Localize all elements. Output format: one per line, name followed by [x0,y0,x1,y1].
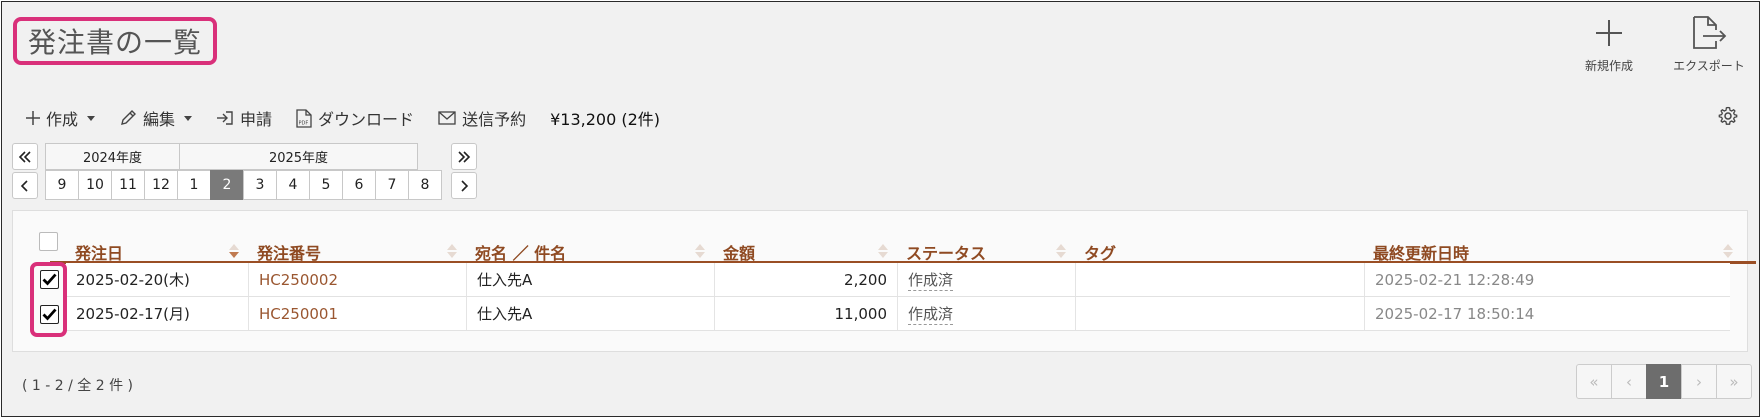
chevron-down-icon [87,115,96,121]
apply-label: 申請 [240,110,273,129]
cell-date: 2025-02-20(木) [66,263,249,296]
sort-icon [447,244,457,258]
cell-tag [1076,297,1365,330]
month-2[interactable]: 2 [210,170,244,200]
gear-icon [1718,106,1738,125]
download-label: ダウンロード [318,110,415,129]
table-row[interactable]: 2025-02-20(木) HC250002 仕入先A 2,200 作成済 20… [66,263,1730,297]
pencil-icon [121,110,137,125]
export-icon [1693,16,1727,49]
table-row[interactable]: 2025-02-17(月) HC250001 仕入先A 11,000 作成済 2… [66,297,1730,331]
status-badge: 作成済 [908,304,954,325]
svg-text:PDF: PDF [299,120,309,126]
envelope-icon [438,111,456,125]
prev-page-button[interactable]: ‹ [1611,364,1647,399]
cell-order-number[interactable]: HC250001 [249,297,467,330]
export-button[interactable]: エクスポート [1670,14,1748,74]
sort-icon [695,244,705,258]
row-checkbox[interactable] [40,270,59,289]
sort-icon [229,244,239,258]
month-9[interactable]: 9 [45,170,79,200]
page-title-highlight: 発注書の一覧 [13,17,218,65]
plus-icon [26,111,40,125]
schedule-send-label: 送信予約 [462,110,527,129]
first-page-button[interactable]: « [1576,364,1612,399]
new-create-button[interactable]: 新規作成 [1570,14,1648,74]
apply-button[interactable]: 申請 [216,106,272,130]
top-actions: 新規作成 エクスポート [1570,14,1748,74]
row-checkbox[interactable] [40,305,59,324]
cell-recipient: 仕入先A [467,263,715,296]
chevron-right-icon [461,179,469,192]
prev-year-button[interactable] [12,143,38,170]
double-chevron-left-icon [18,150,31,163]
pagination: « ‹ 1 › » [1576,364,1752,399]
create-menu-button[interactable]: 作成 [26,106,96,130]
edit-menu-button[interactable]: 編集 [119,106,193,130]
toolbar: 作成 編集 申請 PDF ダウンロード 送信予約 ¥13,200 (2件) [26,106,660,130]
sort-icon [1056,244,1066,258]
month-7[interactable]: 7 [375,170,409,200]
next-page-button[interactable]: › [1681,364,1717,399]
month-row: 9 10 11 12 1 2 3 4 5 6 7 8 [45,170,442,200]
page-title: 発注書の一覧 [28,26,203,59]
year-2024: 2024年度 [45,143,180,170]
cell-status: 作成済 [898,297,1076,330]
month-12[interactable]: 12 [144,170,178,200]
year-row: 2024年度 2025年度 [45,143,418,170]
cell-updated: 2025-02-17 18:50:14 [1375,304,1535,323]
last-page-button[interactable]: » [1716,364,1752,399]
cell-amount: 2,200 [715,263,898,296]
select-all-checkbox[interactable] [39,232,58,251]
prev-month-button[interactable] [12,172,38,199]
checkmark-icon [42,273,57,286]
month-10[interactable]: 10 [78,170,112,200]
chevron-left-icon [20,179,28,192]
next-month-button[interactable] [451,172,477,199]
checkmark-icon [42,308,57,321]
pdf-file-icon: PDF [296,108,312,128]
page-1-button[interactable]: 1 [1646,364,1682,399]
record-count: ( 1 - 2 / 全 2 件 ) [22,378,134,394]
status-badge: 作成済 [908,270,954,291]
sort-icon [878,244,888,258]
month-1[interactable]: 1 [177,170,211,200]
cell-amount: 11,000 [715,297,898,330]
plus-icon [1596,20,1622,46]
year-2025: 2025年度 [179,143,418,170]
table-body: 2025-02-20(木) HC250002 仕入先A 2,200 作成済 20… [66,263,1730,331]
month-4[interactable]: 4 [276,170,310,200]
month-5[interactable]: 5 [309,170,343,200]
cell-order-number[interactable]: HC250002 [249,263,467,296]
export-label: エクスポート [1673,59,1745,73]
month-3[interactable]: 3 [243,170,277,200]
schedule-send-button[interactable]: 送信予約 [438,106,526,130]
settings-button[interactable] [1718,106,1738,130]
next-year-button[interactable] [451,143,477,170]
cell-updated: 2025-02-21 12:28:49 [1375,270,1535,289]
edit-label: 編集 [143,110,176,129]
chevron-down-icon [184,115,193,121]
submit-icon [217,111,233,125]
cell-status: 作成済 [898,263,1076,296]
cell-date: 2025-02-17(月) [66,297,249,330]
double-chevron-right-icon [458,150,471,163]
month-6[interactable]: 6 [342,170,376,200]
sort-icon [1723,244,1733,258]
total-amount: ¥13,200 (2件) [550,110,660,129]
download-button[interactable]: PDF ダウンロード [296,106,414,130]
cell-tag [1076,263,1365,296]
month-11[interactable]: 11 [111,170,145,200]
window-frame [1,1,1760,417]
new-create-label: 新規作成 [1584,59,1633,73]
create-label: 作成 [46,110,79,129]
cell-recipient: 仕入先A [467,297,715,330]
month-8[interactable]: 8 [408,170,442,200]
